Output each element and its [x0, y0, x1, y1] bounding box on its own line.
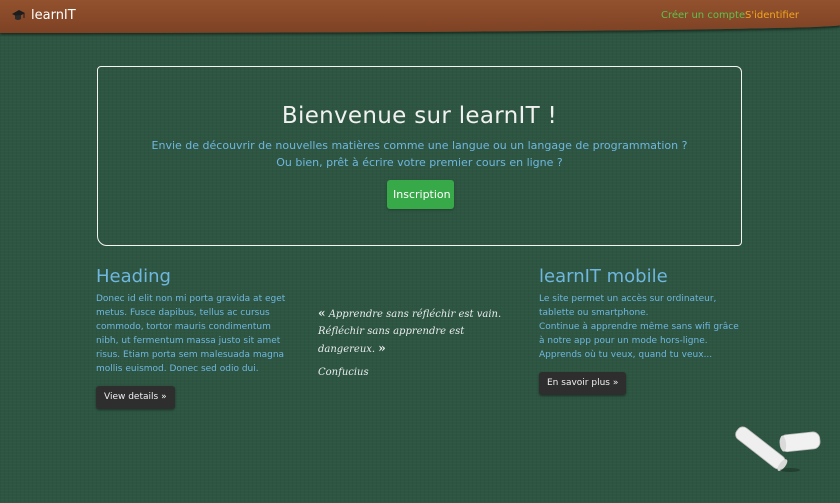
welcome-title: Bienvenue sur learnIT ! — [281, 103, 558, 129]
brand-name: learnIT — [31, 8, 76, 23]
view-details-button[interactable]: View details » — [96, 386, 175, 409]
quote-close-mark: » — [378, 341, 386, 355]
heading-column: Heading Donec id elit non mi porta gravi… — [96, 266, 296, 409]
welcome-text-line-1: Envie de découvrir de nouvelles matières… — [151, 139, 688, 152]
welcome-panel: Bienvenue sur learnIT ! Envie de découvr… — [97, 66, 742, 246]
brand[interactable]: learnIT — [11, 8, 76, 23]
mobile-text: Le site permet un accès sur ordinateur, … — [539, 292, 739, 362]
graduation-cap-icon — [11, 9, 26, 22]
signup-button[interactable]: Inscription — [387, 180, 454, 209]
quote-author: Confucius — [318, 367, 369, 378]
column-heading: Heading — [96, 266, 171, 287]
login-link[interactable]: S'identifier — [745, 10, 799, 21]
quote-line-2: Réfléchir sans apprendre est dangereux. — [318, 326, 465, 355]
mobile-text-line-1: Le site permet un accès sur ordinateur, … — [539, 294, 717, 318]
quote-open-mark: « — [318, 306, 326, 320]
mobile-text-line-2: Continue à apprendre même sans wifi grâc… — [539, 322, 739, 346]
column-text: Donec id elit non mi porta gravida at eg… — [96, 294, 286, 374]
create-account-link[interactable]: Créer un compte — [661, 10, 745, 21]
mobile-text-line-3: Apprends où tu veux, quand tu veux... — [539, 350, 713, 360]
quote-block: « Apprendre sans réfléchir est vain. Réf… — [318, 305, 523, 378]
mobile-heading: learnIT mobile — [539, 266, 668, 287]
quote-line-1: Apprendre sans réfléchir est vain. — [328, 309, 502, 320]
chalk-pieces-icon — [735, 426, 821, 472]
mobile-column: learnIT mobile Le site permet un accès s… — [539, 266, 739, 395]
top-navbar: learnIT Créer un compte S'identifier — [0, 0, 840, 33]
learn-more-button[interactable]: En savoir plus » — [539, 372, 627, 395]
welcome-text-line-2: Ou bien, prêt à écrire votre premier cou… — [276, 156, 563, 169]
quote-text: « Apprendre sans réfléchir est vain. Réf… — [318, 305, 523, 358]
